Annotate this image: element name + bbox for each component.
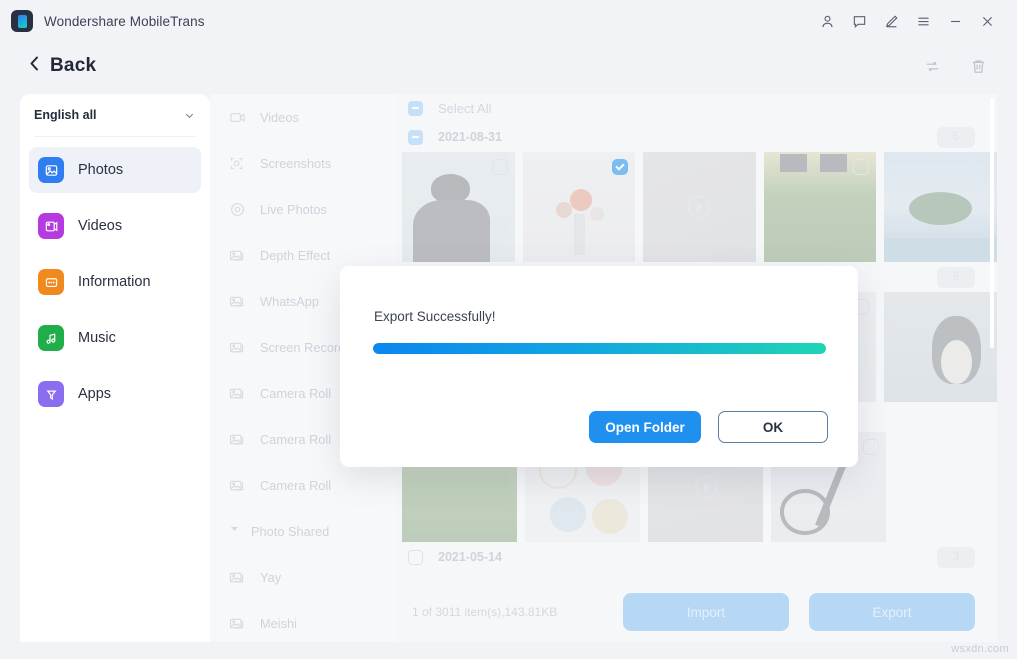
ok-button[interactable]: OK [718,411,828,443]
watermark: wsxdn.com [951,643,1009,655]
progress-bar [373,343,826,354]
modal-overlay: Export Successfully! Open Folder OK [0,0,1017,659]
dialog-message: Export Successfully! [374,309,496,324]
export-success-dialog: Export Successfully! Open Folder OK [340,266,858,467]
application-window: Wondershare MobileTrans [0,0,1017,659]
dialog-actions: Open Folder OK [589,411,828,443]
progress-bar-fill [373,343,826,354]
open-folder-button[interactable]: Open Folder [589,411,701,443]
